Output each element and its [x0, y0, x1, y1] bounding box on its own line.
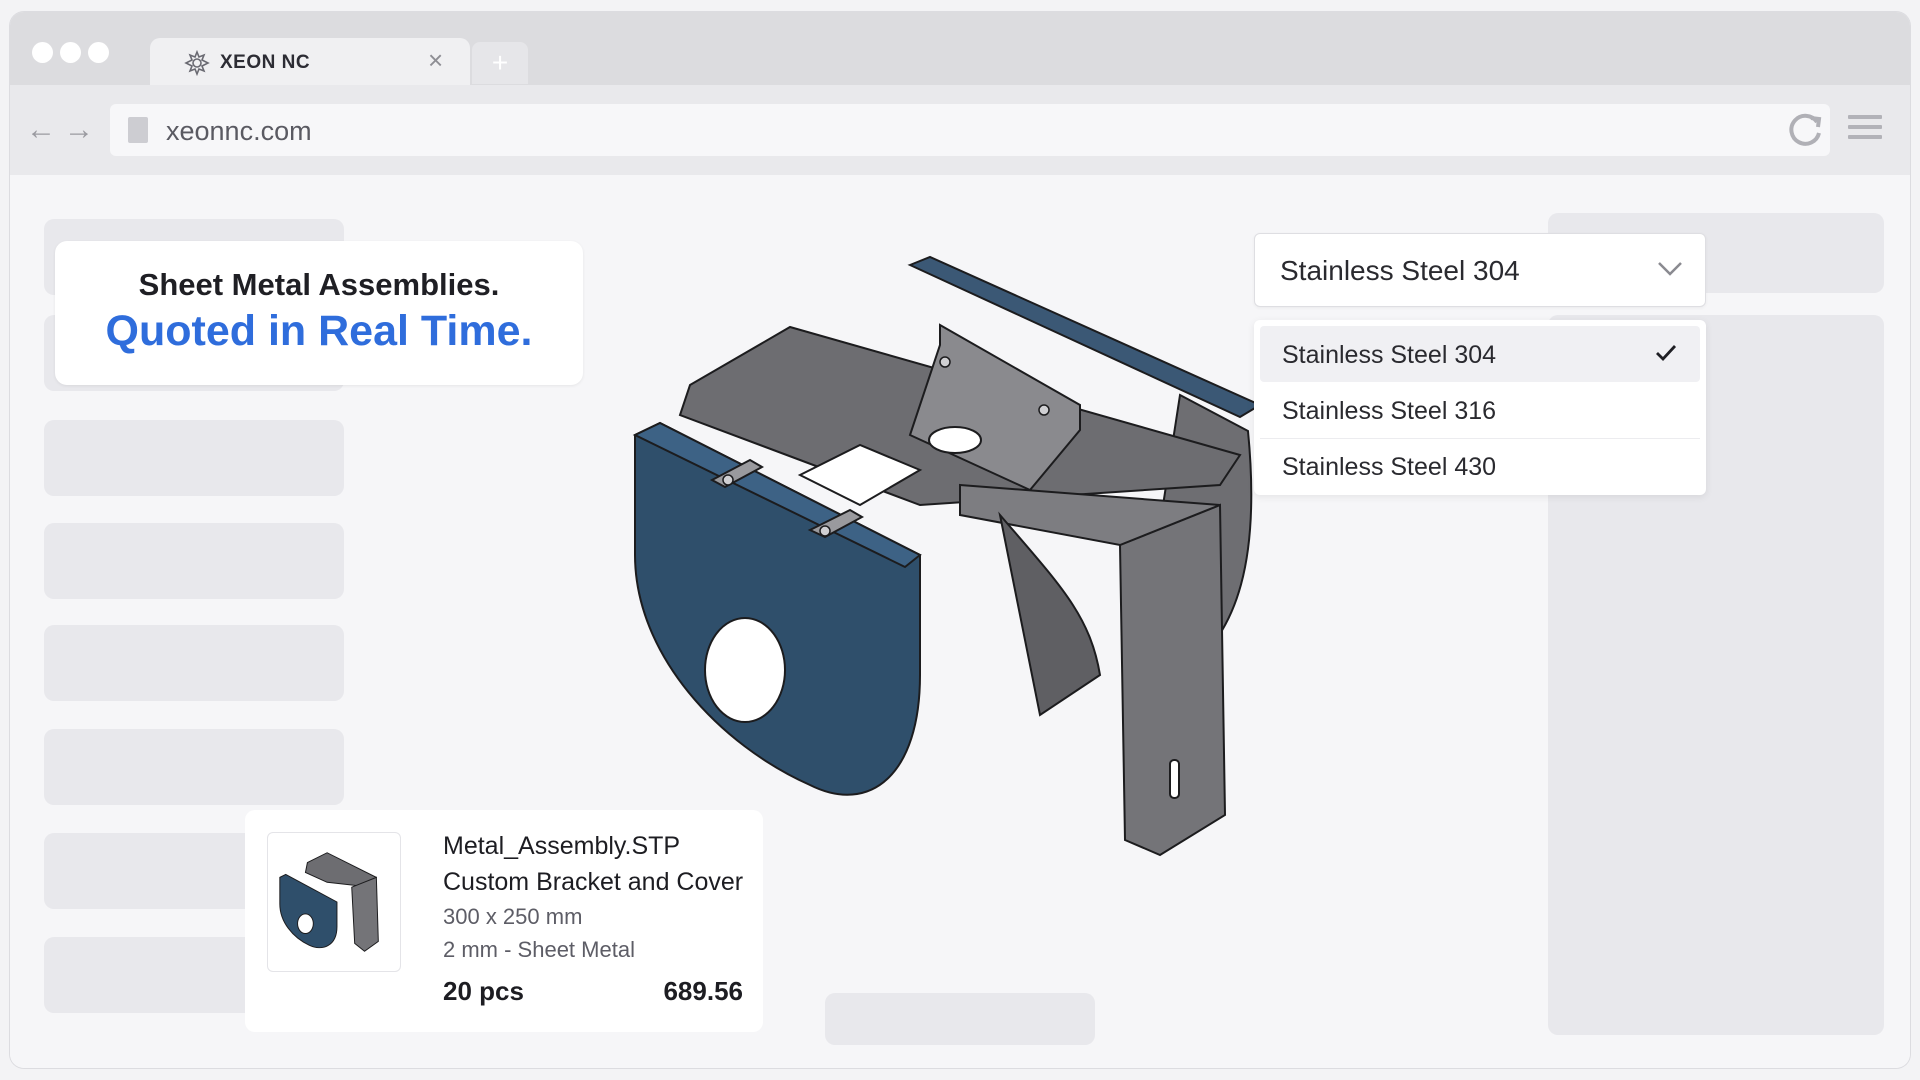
document-icon	[128, 117, 148, 143]
material-option[interactable]: Stainless Steel 430	[1260, 438, 1700, 494]
hero-subtitle: Quoted in Real Time.	[105, 307, 533, 355]
material-select-value: Stainless Steel 304	[1280, 255, 1520, 286]
checkmark-icon	[1656, 345, 1677, 362]
material-option-label: Stainless Steel 316	[1282, 397, 1497, 425]
reload-icon[interactable]	[1780, 105, 1830, 155]
address-toolbar: ← → xeonnc.com	[10, 85, 1910, 175]
skeleton-block	[44, 420, 344, 496]
hero-title: Sheet Metal Assemblies.	[138, 267, 500, 302]
browser-window: XEON NC × + ← → xeonnc.com Sheet Metal A…	[10, 12, 1910, 1068]
chevron-down-icon	[1658, 262, 1682, 276]
material-option-label: Stainless Steel 430	[1282, 453, 1497, 481]
skeleton-block	[44, 729, 344, 805]
forward-arrow-icon[interactable]: →	[64, 115, 94, 145]
material-option[interactable]: Stainless Steel 316	[1260, 382, 1700, 439]
skeleton-block	[44, 625, 344, 701]
file-name: Metal_Assembly.STP	[443, 832, 681, 860]
xeon-logo-icon	[184, 50, 210, 76]
part-thumbnail-image	[279, 852, 379, 952]
skeleton-button	[825, 993, 1095, 1045]
tab-title: XEON NC	[220, 52, 311, 73]
new-tab-button[interactable]: +	[472, 42, 528, 84]
window-close-dot[interactable]	[32, 42, 53, 63]
tab-close-button[interactable]: ×	[428, 47, 443, 73]
skeleton-block	[44, 523, 344, 599]
part-material: 2 mm - Sheet Metal	[443, 937, 635, 962]
part-description: Custom Bracket and Cover	[443, 868, 744, 896]
back-arrow-icon[interactable]: ←	[26, 115, 56, 145]
url-text[interactable]: xeonnc.com	[166, 116, 312, 147]
window-maximize-dot[interactable]	[88, 42, 109, 63]
material-option[interactable]: Stainless Steel 304	[1260, 326, 1700, 382]
url-bar[interactable]: xeonnc.com	[110, 104, 1830, 156]
part-quantity: 20 pcs	[443, 976, 524, 1006]
title-bar: XEON NC × +	[10, 12, 1910, 86]
material-option-label: Stainless Steel 304	[1282, 341, 1497, 369]
material-options-list: Stainless Steel 304 Stainless Steel 316 …	[1254, 320, 1706, 495]
browser-tab[interactable]: XEON NC ×	[150, 38, 470, 86]
hero-card: Sheet Metal Assemblies. Quoted in Real T…	[55, 241, 583, 385]
page-content: Sheet Metal Assemblies. Quoted in Real T…	[10, 175, 1910, 1068]
part-price: 689.56	[663, 976, 743, 1006]
material-select[interactable]: Stainless Steel 304	[1254, 233, 1706, 307]
part-thumbnail	[267, 832, 401, 972]
hamburger-menu-icon[interactable]	[1848, 115, 1882, 145]
part-dimensions: 300 x 250 mm	[443, 904, 583, 929]
window-minimize-dot[interactable]	[60, 42, 81, 63]
part-summary-card[interactable]: Metal_Assembly.STP Custom Bracket and Co…	[245, 810, 763, 1032]
